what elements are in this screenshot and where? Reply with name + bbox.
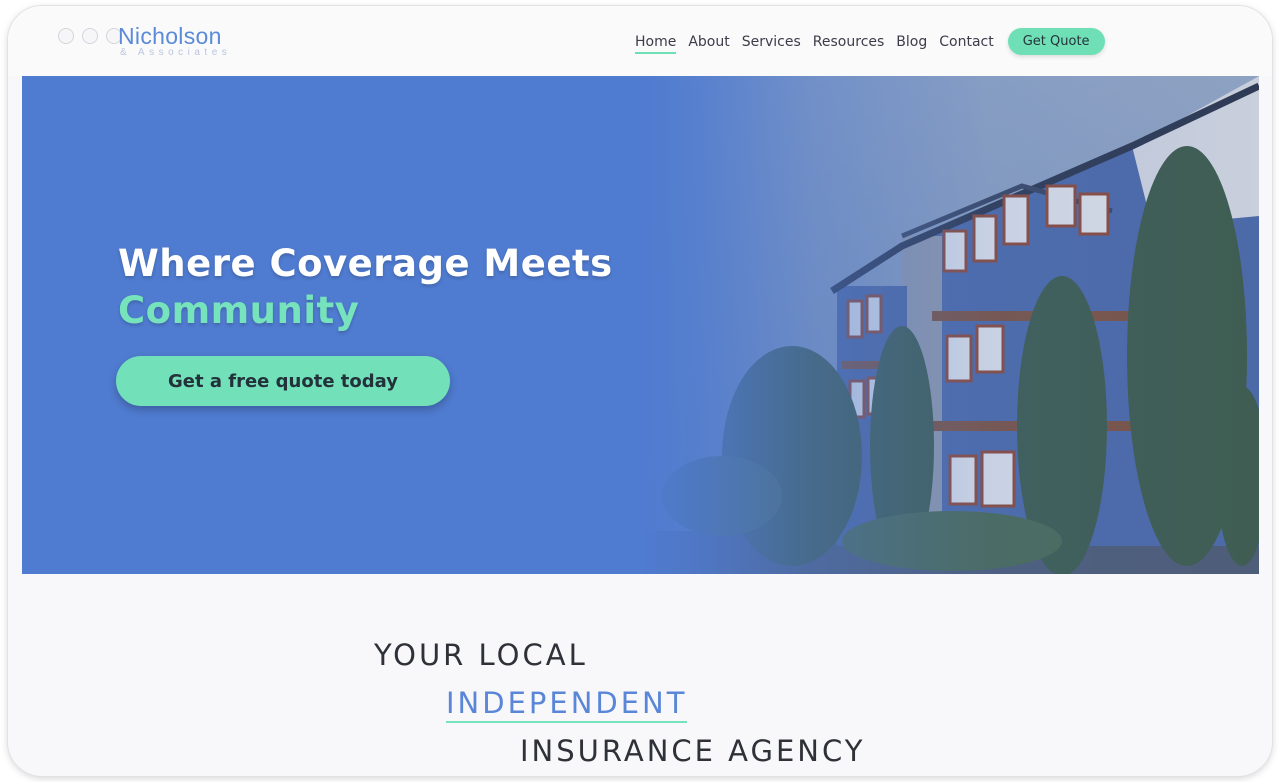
logo[interactable]: Nicholson & Associates [118,24,231,58]
hero-banner: Where Coverage Meets Community Get a fre… [22,76,1259,574]
brand-subtitle: & Associates [120,47,232,58]
hero-heading-accent: Community [118,289,360,332]
nav-resources[interactable]: Resources [813,30,885,54]
browser-frame: Nicholson & Associates Home About Servic… [8,6,1272,776]
window-controls [58,28,122,44]
close-window-icon[interactable] [58,28,74,44]
nav-home[interactable]: Home [635,30,677,54]
get-quote-button[interactable]: Get Quote [1007,28,1105,55]
hero-heading: Where Coverage Meets Community [118,240,613,334]
tagline-line1: YOUR LOCAL [374,638,588,672]
hero-heading-line1: Where Coverage Meets [118,242,613,285]
minimize-window-icon[interactable] [82,28,98,44]
main-nav: Home About Services Resources Blog Conta… [635,28,1105,55]
brand-name: Nicholson [118,23,222,49]
free-quote-button[interactable]: Get a free quote today [116,356,450,406]
tagline-line2: INDEPENDENT [446,686,688,723]
tagline-line3: INSURANCE AGENCY [520,734,866,768]
nav-services[interactable]: Services [742,30,801,54]
nav-about[interactable]: About [688,30,729,54]
nav-blog[interactable]: Blog [896,30,927,54]
site-header: Nicholson & Associates Home About Servic… [8,6,1272,76]
nav-contact[interactable]: Contact [939,30,993,54]
